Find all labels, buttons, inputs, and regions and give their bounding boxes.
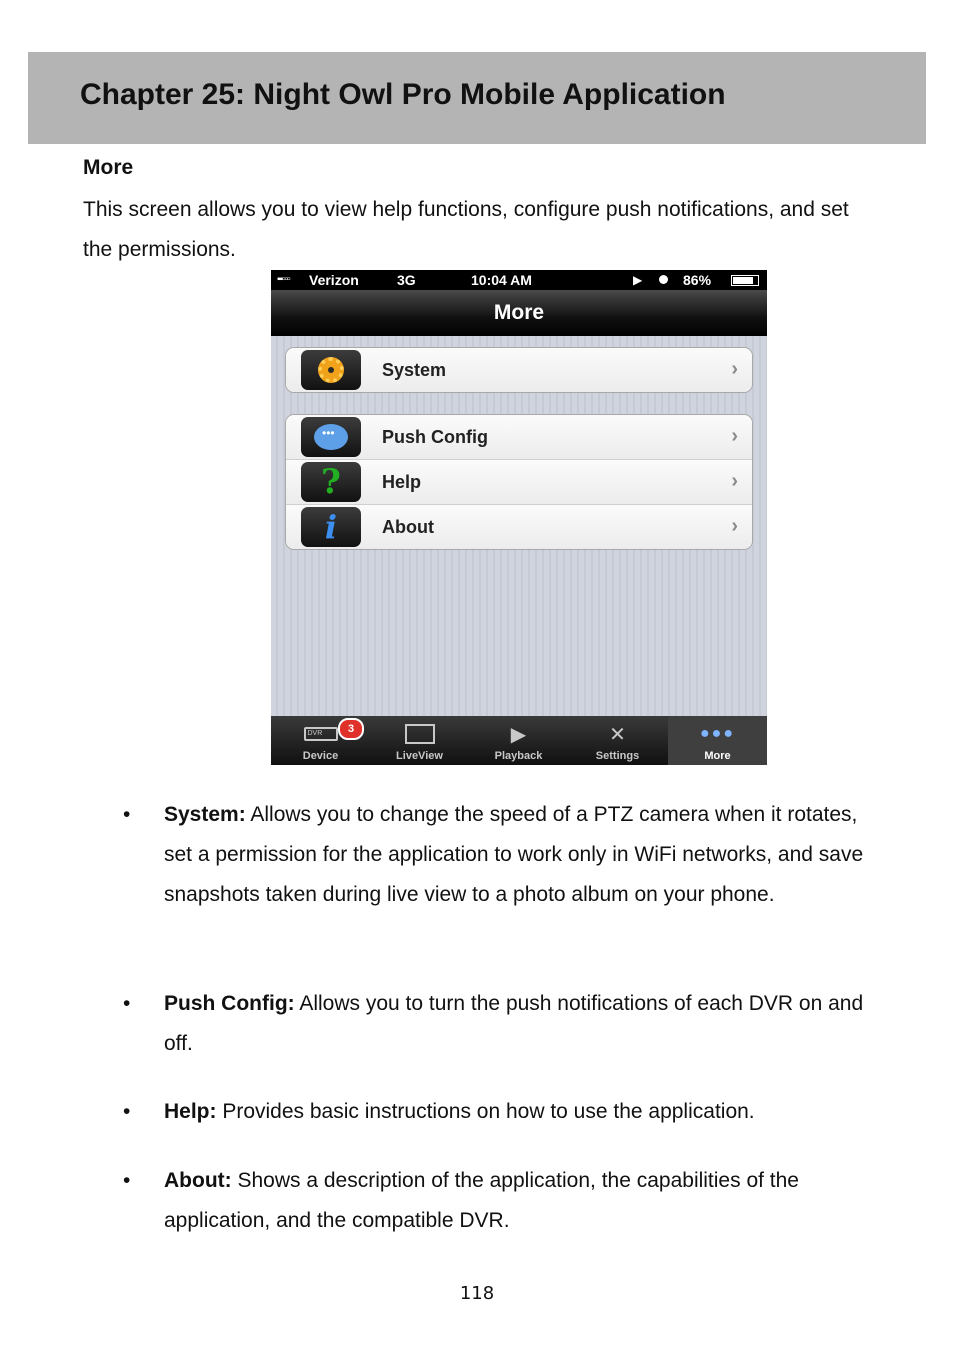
tab-liveview[interactable]: LiveView: [370, 716, 469, 765]
menu-row-about[interactable]: i About ›: [286, 504, 752, 549]
question-mark-icon: ?: [301, 462, 361, 502]
tab-more[interactable]: ●●● More: [668, 716, 767, 765]
tab-label: LiveView: [396, 750, 443, 762]
monitor-icon: [370, 722, 469, 746]
playback-icon: ▶: [510, 723, 527, 746]
bullet-text: Provides basic instructions on how to us…: [216, 1100, 755, 1123]
bullet-push-config: Push Config: Allows you to turn the push…: [164, 984, 874, 1064]
settings-group-system: System ›: [285, 347, 753, 393]
bullet-icon: •: [123, 992, 131, 1015]
play-icon: ▶: [633, 273, 643, 287]
menu-row-label: System: [382, 360, 447, 380]
tab-label: More: [704, 750, 731, 762]
chapter-header: Chapter 25: Night Owl Pro Mobile Applica…: [28, 52, 926, 144]
tab-label: Playback: [494, 750, 543, 762]
signal-strength-icon: ▪▪▫▫▫: [277, 274, 291, 285]
tab-playback[interactable]: ▶ Playback: [469, 716, 568, 765]
page-number: 118: [459, 1283, 495, 1304]
tools-icon: ✕: [609, 723, 626, 746]
battery-icon: [731, 275, 759, 286]
bullet-icon: •: [123, 803, 131, 826]
section-heading: More: [83, 156, 134, 179]
notification-badge: 3: [338, 718, 364, 740]
chat-bubble-icon: [301, 417, 361, 457]
nav-bar: More: [271, 290, 767, 336]
menu-row-help[interactable]: ? Help ›: [286, 459, 752, 504]
nav-title: More: [493, 301, 545, 324]
status-time: 10:04 AM: [471, 272, 532, 288]
menu-row-label: Push Config: [382, 427, 488, 447]
bullet-term: Help:: [164, 1100, 217, 1123]
chapter-title: Chapter 25: Night Owl Pro Mobile Applica…: [80, 78, 726, 111]
chevron-right-icon: ›: [731, 358, 738, 380]
bullet-term: System:: [164, 803, 246, 826]
bullet-about: About: Shows a description of the applic…: [164, 1161, 874, 1241]
info-icon: i: [301, 507, 361, 547]
gear-icon: [301, 350, 361, 390]
tab-label: Settings: [595, 750, 640, 762]
tab-device[interactable]: DVR 3 Device: [271, 716, 370, 765]
bullet-text: Shows a description of the application, …: [164, 1169, 799, 1232]
menu-row-push-config[interactable]: Push Config ›: [286, 415, 752, 459]
tab-label: Device: [302, 750, 339, 762]
bullet-text: Allows you to change the speed of a PTZ …: [164, 803, 864, 906]
carrier-name: Verizon: [309, 272, 359, 288]
bullet-term: About:: [164, 1169, 232, 1192]
intro-paragraph: This screen allows you to view help func…: [83, 198, 849, 261]
tab-bar: DVR 3 Device LiveView ▶ Playback ✕ Setti…: [271, 716, 767, 765]
bullet-icon: •: [123, 1169, 131, 1192]
chevron-right-icon: ›: [731, 515, 738, 537]
menu-row-system[interactable]: System ›: [286, 348, 752, 392]
chevron-right-icon: ›: [731, 425, 738, 447]
menu-row-label: About: [382, 517, 434, 537]
settings-group-info: Push Config › ? Help › i About ›: [285, 414, 753, 550]
phone-screenshot: ▪▪▫▫▫ Verizon 3G 10:04 AM ▶ 86% More Sys…: [271, 270, 767, 765]
tab-settings[interactable]: ✕ Settings: [568, 716, 667, 765]
bullet-system: System: Allows you to change the speed o…: [164, 795, 874, 915]
chevron-right-icon: ›: [731, 470, 738, 492]
bullet-help: Help: Provides basic instructions on how…: [164, 1092, 874, 1132]
status-bar: ▪▪▫▫▫ Verizon 3G 10:04 AM ▶ 86%: [271, 270, 767, 290]
menu-row-label: Help: [382, 472, 422, 492]
more-dots-icon: ●●●: [700, 725, 735, 742]
battery-percent: 86%: [683, 272, 712, 288]
network-type: 3G: [397, 272, 416, 288]
bullet-icon: •: [123, 1100, 131, 1123]
bullet-term: Push Config:: [164, 992, 295, 1015]
alarm-icon: [659, 275, 668, 284]
